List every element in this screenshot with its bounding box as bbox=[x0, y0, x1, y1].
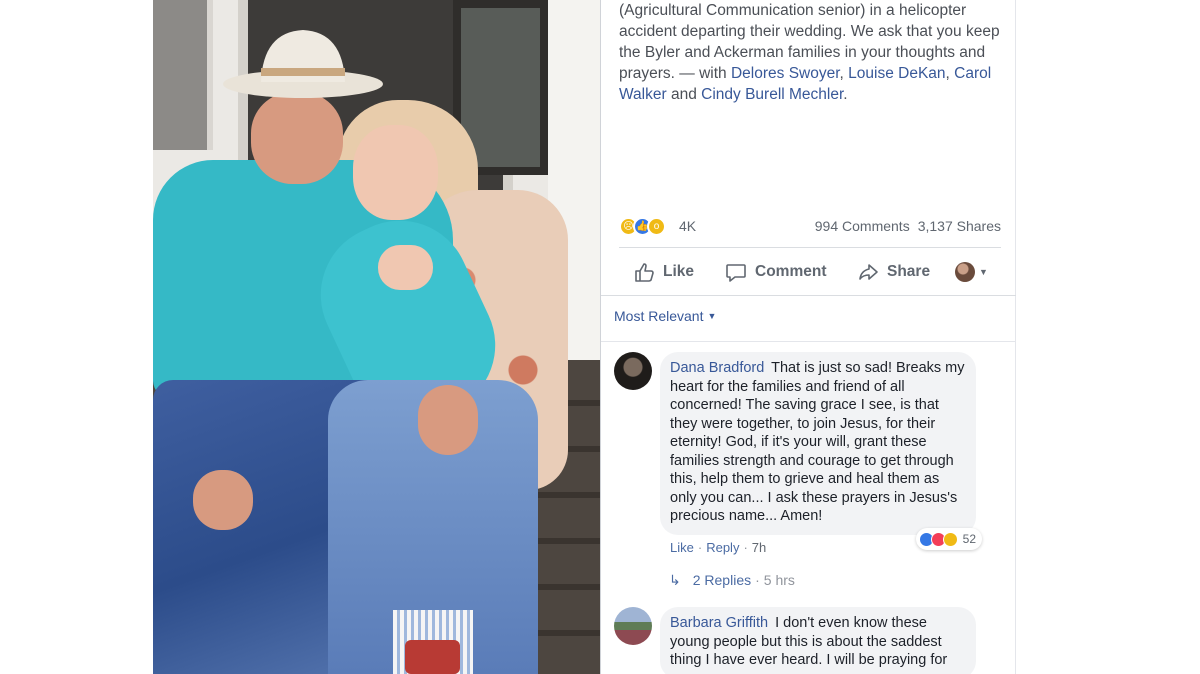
wow-icon: o bbox=[647, 217, 666, 236]
chevron-down-icon: ▼ bbox=[979, 267, 988, 277]
avatar[interactable] bbox=[614, 352, 652, 390]
photo-window-left bbox=[153, 0, 213, 150]
comment-bubble: Barbara Griffith I don't even know these… bbox=[660, 607, 976, 674]
comment-author-link[interactable]: Dana Bradford bbox=[670, 360, 764, 376]
view-replies-link[interactable]: ↳ 2 Replies · 5 hrs bbox=[669, 572, 795, 589]
like-label: Like bbox=[663, 263, 695, 280]
thumbs-up-icon bbox=[635, 263, 654, 282]
comment-meta: Like · Reply · 7h bbox=[670, 540, 766, 555]
tag-separator: , bbox=[839, 65, 849, 82]
post-panel: (Agricultural Communication senior) in a… bbox=[601, 0, 1016, 674]
reaction-count[interactable]: 4K bbox=[679, 218, 696, 234]
comment-icon bbox=[726, 264, 746, 282]
comments-shares: 994 Comments 3,137 Shares bbox=[815, 218, 1001, 234]
avatar[interactable] bbox=[614, 607, 652, 645]
comments-count-link[interactable]: 994 Comments bbox=[815, 218, 910, 234]
dot-separator: · bbox=[743, 540, 748, 555]
tag-separator: and bbox=[666, 86, 702, 103]
comment-author-link[interactable]: Barbara Griffith bbox=[670, 615, 768, 631]
dot-separator: · bbox=[697, 540, 703, 555]
sad-icon bbox=[942, 531, 958, 547]
tagged-user-link[interactable]: Louise DeKan bbox=[848, 65, 945, 82]
reply-arrow-icon: ↳ bbox=[669, 572, 681, 588]
comment-like-link[interactable]: Like bbox=[670, 540, 694, 555]
replies-label: 2 Replies bbox=[692, 572, 752, 588]
reactions-bar: ☹ 👍 o 4K 994 Comments 3,137 Shares bbox=[619, 216, 1001, 238]
like-button[interactable]: Like bbox=[633, 252, 694, 292]
share-button[interactable]: Share bbox=[857, 252, 930, 292]
photo-woman-hand bbox=[378, 245, 433, 290]
post-photo[interactable] bbox=[153, 0, 600, 674]
tagged-user-link[interactable]: Cindy Burell Mechler bbox=[701, 86, 843, 103]
tag-end: . bbox=[843, 86, 848, 103]
photo-man-hand bbox=[418, 385, 478, 455]
replies-time: 5 hrs bbox=[763, 572, 795, 588]
photo-woman-face bbox=[353, 125, 438, 220]
react-as-selector[interactable]: ▼ bbox=[955, 252, 988, 292]
divider-line bbox=[601, 341, 1016, 342]
divider-line bbox=[619, 247, 1001, 248]
comment-text: That is just so sad! Breaks my heart for… bbox=[670, 360, 965, 524]
photo-man-hand-left bbox=[193, 470, 253, 530]
dot-separator: · bbox=[755, 572, 760, 588]
avatar bbox=[955, 262, 975, 282]
comment-reaction-count: 52 bbox=[962, 532, 976, 546]
divider-line bbox=[601, 295, 1016, 296]
tagged-user-link[interactable]: Delores Swoyer bbox=[731, 65, 840, 82]
shares-count-link[interactable]: 3,137 Shares bbox=[918, 218, 1001, 234]
comment-sort-dropdown[interactable]: Most Relevant ▼ bbox=[614, 308, 716, 324]
comment-label: Comment bbox=[755, 263, 827, 280]
comment-reactions[interactable]: 52 bbox=[915, 528, 982, 550]
photo-man-face bbox=[251, 92, 343, 184]
caret-down-icon: ▼ bbox=[707, 311, 717, 321]
sort-label: Most Relevant bbox=[614, 308, 704, 324]
post-actions: Like Comment Share ▼ bbox=[619, 252, 1001, 292]
photo-boot bbox=[405, 640, 460, 674]
comment-reply-link[interactable]: Reply bbox=[706, 540, 739, 555]
photo-cowboy-hat bbox=[223, 30, 383, 98]
post-body: (Agricultural Communication senior) in a… bbox=[619, 0, 1009, 105]
comment-bubble: Dana Bradford That is just so sad! Break… bbox=[660, 352, 976, 535]
share-label: Share bbox=[887, 263, 931, 280]
comment-button[interactable]: Comment bbox=[725, 252, 826, 292]
tag-separator: , bbox=[945, 65, 955, 82]
share-icon bbox=[859, 264, 878, 280]
comment-time[interactable]: 7h bbox=[752, 540, 766, 555]
